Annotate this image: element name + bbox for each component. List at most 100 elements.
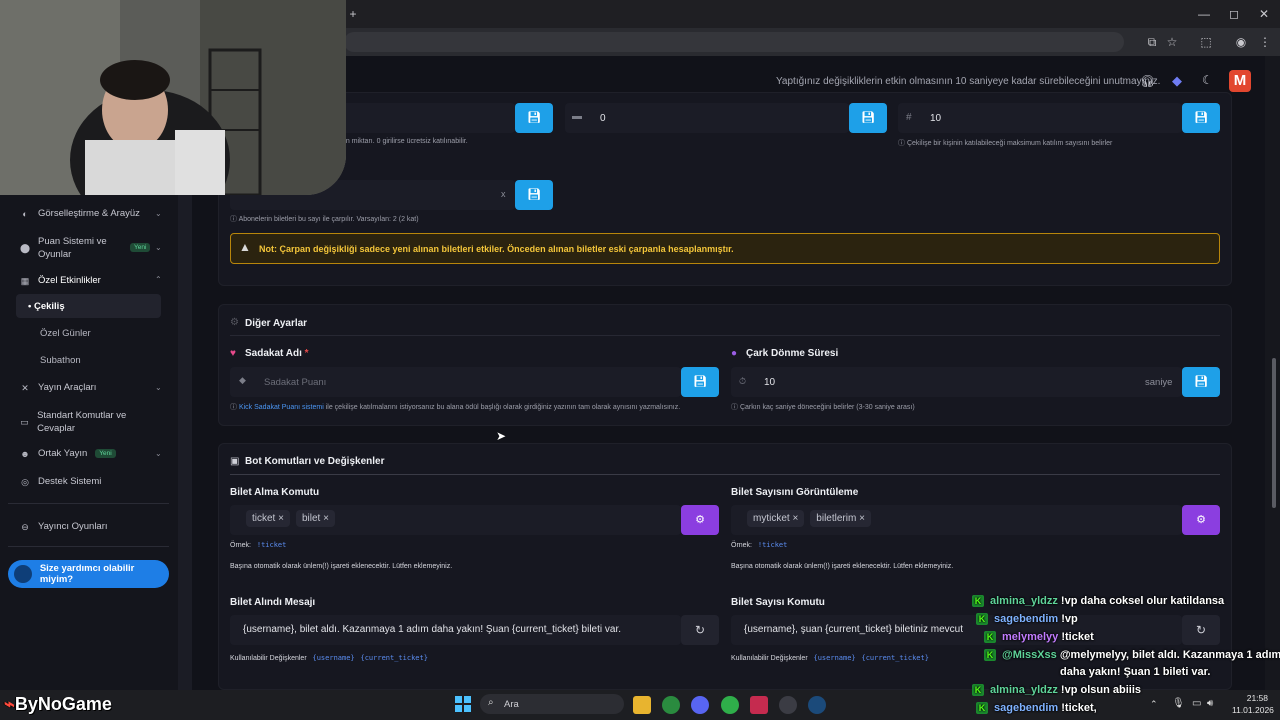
example-code: !ticket: [757, 541, 788, 549]
section-divider: [230, 335, 1220, 336]
chat-text: !vp: [1061, 613, 1078, 625]
chat-user: sagebendim: [994, 702, 1059, 714]
theme-toggle-icon[interactable]: ☾: [1202, 73, 1213, 87]
sidebar-item-special-events[interactable]: ▦ Özel Etkinlikler: [20, 275, 101, 286]
steam-icon[interactable]: [808, 696, 826, 714]
extensions-icon[interactable]: ⬚: [1198, 35, 1214, 49]
command-chip[interactable]: myticket ×: [747, 510, 805, 527]
field2-input[interactable]: [565, 103, 849, 133]
max-entries-hint: ⓘ Çekilişe bir kişinin katılabileceği ma…: [898, 140, 1113, 147]
kick-badge-icon: K: [972, 595, 984, 608]
chat-user: @MissXss: [1002, 649, 1057, 661]
command-settings-button[interactable]: ⚙: [1182, 505, 1220, 535]
sidebar-item-commands[interactable]: ▭ Standart Komutlar ve Cevaplar: [20, 409, 155, 435]
example-label: Örnek:: [230, 542, 252, 549]
chevron-up-icon: ⌃: [155, 275, 162, 284]
chat-message: Ksagebendim !vp: [972, 613, 1280, 631]
whatsapp-icon[interactable]: [721, 696, 739, 714]
save-button[interactable]: 💾︎: [515, 103, 553, 133]
sidebar-item-stream-tools[interactable]: ✕ Yayın Araçları: [20, 382, 96, 393]
profile-icon[interactable]: ◉: [1233, 35, 1249, 49]
chip-text: biletlerim: [816, 513, 857, 524]
webcam-feed: [0, 0, 346, 195]
save-button[interactable]: 💾︎: [1182, 367, 1220, 397]
command-chip[interactable]: biletlerim ×: [810, 510, 871, 527]
money-icon: ▬: [572, 111, 582, 122]
view-command-chips: myticket × biletlerim ×: [747, 510, 871, 527]
kick-loyalty-link[interactable]: Kick Sadakat Puanı sistemi: [239, 404, 324, 411]
spin-duration-input[interactable]: [731, 367, 1182, 397]
app-icon[interactable]: [750, 696, 768, 714]
sidebar-subitem-raffle[interactable]: • Çekiliş: [28, 301, 65, 312]
minimize-button[interactable]: —: [1196, 7, 1212, 21]
maximize-button[interactable]: ◻: [1226, 7, 1242, 21]
chat-text: !ticket: [1061, 631, 1094, 643]
logo-mark-icon: ⌁: [4, 694, 15, 714]
search-icon: ⌕: [488, 697, 494, 708]
command-chip[interactable]: ticket ×: [246, 510, 290, 527]
sidebar-subitem-subathon[interactable]: Subathon: [40, 355, 81, 366]
prefix-note: Başına otomatik olarak ünlem(!) işareti …: [230, 563, 453, 570]
taskbar-search[interactable]: [480, 694, 624, 714]
sidebar-item-co-stream[interactable]: ☻ Ortak Yayın Yeni: [20, 448, 116, 459]
save-button[interactable]: 💾︎: [515, 180, 553, 210]
save-button[interactable]: 💾︎: [1182, 103, 1220, 133]
kick-badge-icon: K: [984, 649, 996, 662]
discord-taskbar-icon[interactable]: [691, 696, 709, 714]
help-label: Size yardımcı olabilir miyim?: [39, 563, 135, 585]
stream-chat-overlay: Kalmina_yldzz !vp daha coksel olur katil…: [972, 595, 1280, 720]
multiplier-hint: ⓘ Abonelerin biletleri bu sayı ile çarpı…: [230, 216, 419, 223]
sidebar-item-label: Standart Komutlar ve Cevaplar: [37, 410, 127, 434]
spin-value: 10: [764, 377, 776, 388]
sidebar-item-streamer-games[interactable]: ⊖ Yayıncı Oyunları: [20, 521, 108, 532]
chat-text: !vp olsun abiiis: [1060, 684, 1141, 696]
robot-icon: ▣: [230, 456, 240, 467]
chat-message: Ksagebendim !ticket,: [972, 702, 1280, 720]
new-tab-button[interactable]: +: [345, 7, 361, 21]
received-message-label: Bilet Alındı Mesajı: [230, 597, 316, 608]
headset-icon[interactable]: 🎧︎: [1140, 74, 1155, 88]
buy-command-chips: ticket × bilet ×: [246, 510, 335, 527]
view-command-label: Bilet Sayısını Görüntüleme: [731, 487, 859, 498]
var-code: {username}: [312, 654, 355, 662]
menu-dots-icon[interactable]: ⋮: [1257, 35, 1273, 49]
user-avatar[interactable]: M: [1229, 70, 1251, 92]
sidebar-item-label: Yayıncı Oyunları: [38, 521, 108, 532]
save-button[interactable]: 💾︎: [849, 103, 887, 133]
command-settings-button[interactable]: ⚙: [681, 505, 719, 535]
support-icon: ◎: [21, 476, 29, 487]
sidebar-item-points[interactable]: ⬤ Puan Sistemi ve Oyunlar: [20, 235, 130, 261]
chat-message: Kmelymelyy !ticket: [972, 631, 1280, 649]
chrome-icon[interactable]: [662, 696, 680, 714]
chevron-down-icon: ⌄: [155, 243, 162, 252]
example-label: Örnek:: [731, 542, 753, 549]
chat-text: daha yakın! Şuan 1 bileti var.: [1060, 666, 1211, 678]
hint-text: Abonelerin biletleri bu sayı ile çarpılı…: [238, 216, 419, 223]
variables-row: Kullanılabilir Değişkenler {username} {c…: [230, 654, 428, 662]
obs-icon[interactable]: [779, 696, 797, 714]
cast-icon[interactable]: ⧉: [1144, 35, 1160, 49]
support-avatar-icon: [14, 565, 32, 583]
windows-start-icon[interactable]: [455, 696, 471, 712]
sidebar-item-label: Destek Sistemi: [38, 476, 102, 487]
reset-button[interactable]: ↻: [681, 615, 719, 645]
discord-icon[interactable]: ◆: [1172, 73, 1182, 89]
command-chip[interactable]: bilet ×: [295, 510, 335, 527]
save-button[interactable]: 💾︎: [681, 367, 719, 397]
chat-message: Kalmina_yldzz !vp olsun abiiis: [972, 684, 1280, 702]
chip-text: bilet: [301, 513, 321, 524]
example-row: Örnek: !ticket: [230, 541, 286, 549]
file-explorer-icon[interactable]: [633, 696, 651, 714]
help-chat-button[interactable]: Size yardımcı olabilir miyim?: [8, 560, 169, 588]
sidebar-item-support[interactable]: ◎ Destek Sistemi: [20, 476, 101, 487]
gamepad-icon: ⊖: [21, 521, 29, 532]
address-bar[interactable]: [344, 32, 1124, 52]
sidebar-item-visuals[interactable]: ◐ Görselleştirme & Arayüz: [20, 208, 140, 219]
loyalty-hint: ⓘ Kick Sadakat Puanı sistemi ile çekiliş…: [230, 404, 681, 411]
save-delay-note: Yaptığınız değişikliklerin etkin olmasın…: [776, 76, 1161, 87]
vars-label: Kullanılabilir Değişkenler: [731, 655, 808, 662]
sidebar-subitem-special-days[interactable]: Özel Günler: [40, 328, 91, 339]
scrollbar-thumb[interactable]: [1272, 358, 1276, 508]
bookmark-star-icon[interactable]: ☆: [1164, 35, 1180, 49]
close-window-button[interactable]: ✕: [1256, 7, 1272, 21]
